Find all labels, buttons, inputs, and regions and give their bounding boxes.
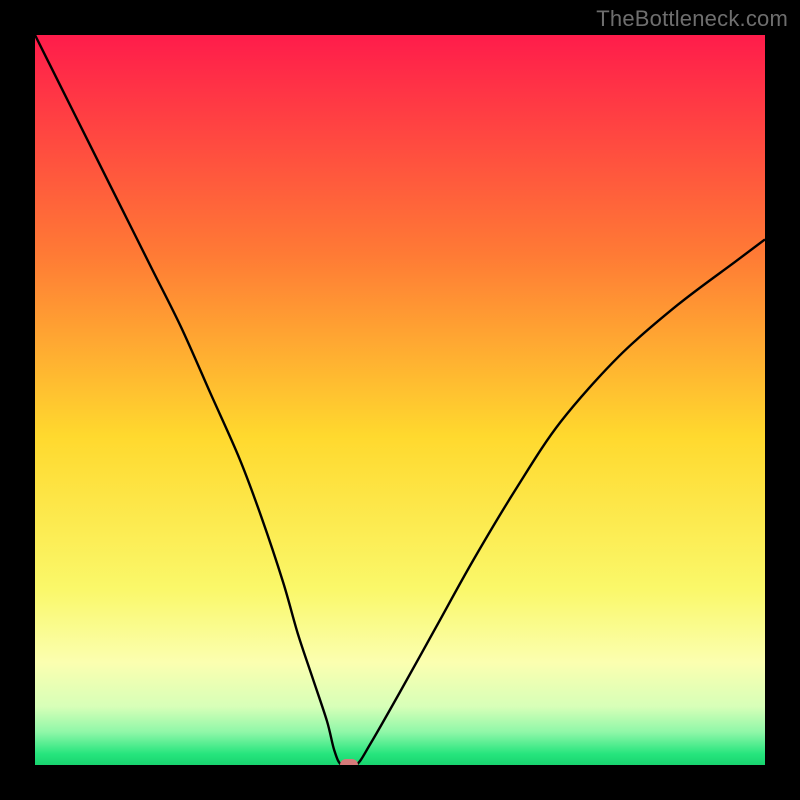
- bottleneck-curve: [35, 35, 765, 765]
- chart-frame: TheBottleneck.com: [0, 0, 800, 800]
- watermark-text: TheBottleneck.com: [596, 6, 788, 32]
- minimum-marker: [340, 759, 358, 765]
- plot-area: [35, 35, 765, 765]
